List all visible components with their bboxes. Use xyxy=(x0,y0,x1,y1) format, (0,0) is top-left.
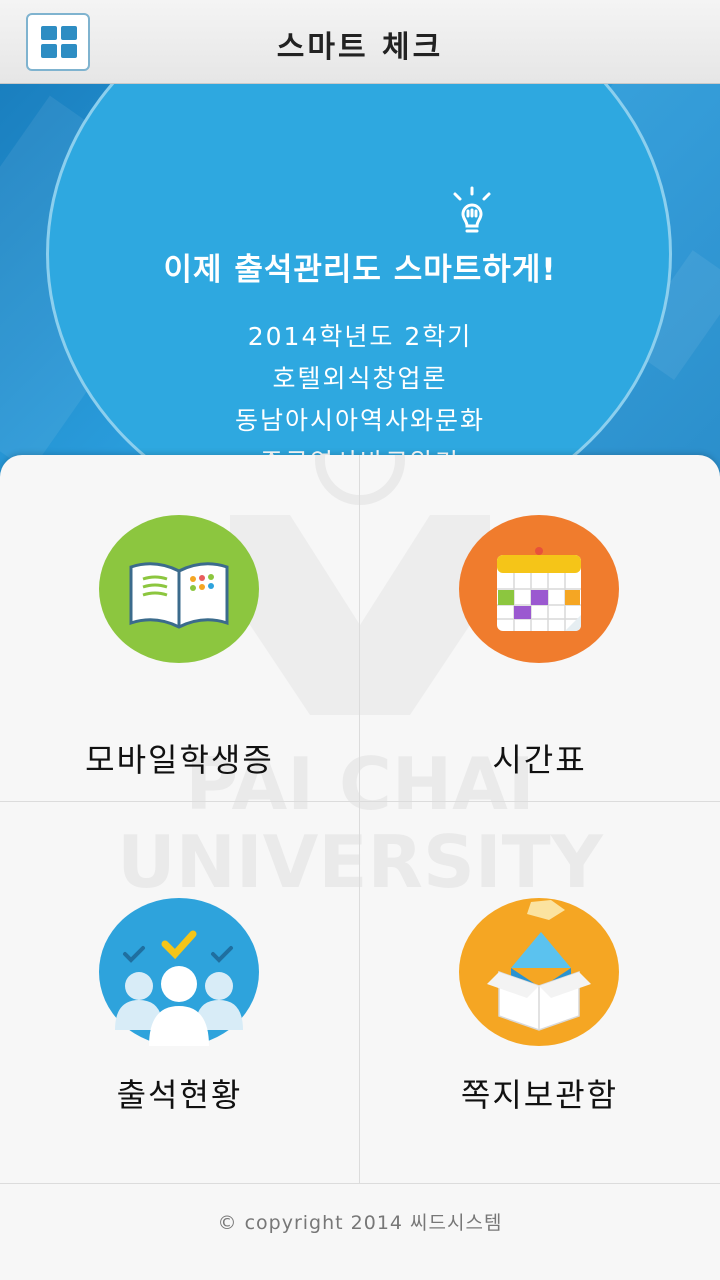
copyright-footer: © copyright 2014 씨드시스템 xyxy=(217,1212,503,1234)
menu-tile-timetable[interactable]: 시간표 xyxy=(360,455,719,801)
menu-tile-attendance[interactable]: 출석현황 xyxy=(0,802,359,1148)
app-header: 스마트 체크 xyxy=(0,0,720,84)
menu-label: 모바일학생증 xyxy=(85,741,274,779)
menu-tile-message-box[interactable]: 쪽지보관함 xyxy=(360,802,719,1148)
menu-label: 쪽지보관함 xyxy=(460,1076,619,1114)
lightbulb-icon xyxy=(453,186,491,233)
menu-label: 시간표 xyxy=(492,741,587,779)
banner-headline: 이제 출석관리도 스마트하게! xyxy=(163,252,557,288)
message-box-icon xyxy=(459,898,619,1046)
course-item: 호텔외식창업론 xyxy=(272,364,448,393)
attendance-people-icon xyxy=(99,898,259,1046)
menu-label: 출석현황 xyxy=(116,1076,243,1114)
menu-tile-student-id[interactable]: 모바일학생증 xyxy=(0,455,359,801)
menu-panel: PAI CHAI UNIVERSITY 모바일학생증 시간표 출석현황 쪽지보관… xyxy=(0,455,720,1280)
grid-divider-bottom xyxy=(0,1183,720,1184)
course-term: 2014학년도 2학기 xyxy=(247,322,473,351)
open-book-icon xyxy=(99,515,259,663)
course-item: 동남아시아역사와문화 xyxy=(234,406,485,435)
app-title: 스마트 체크 xyxy=(276,30,444,65)
hero-banner: 이제 출석관리도 스마트하게! 2014학년도 2학기 호텔외식창업론 동남아시… xyxy=(0,84,720,484)
calendar-icon xyxy=(459,515,619,663)
